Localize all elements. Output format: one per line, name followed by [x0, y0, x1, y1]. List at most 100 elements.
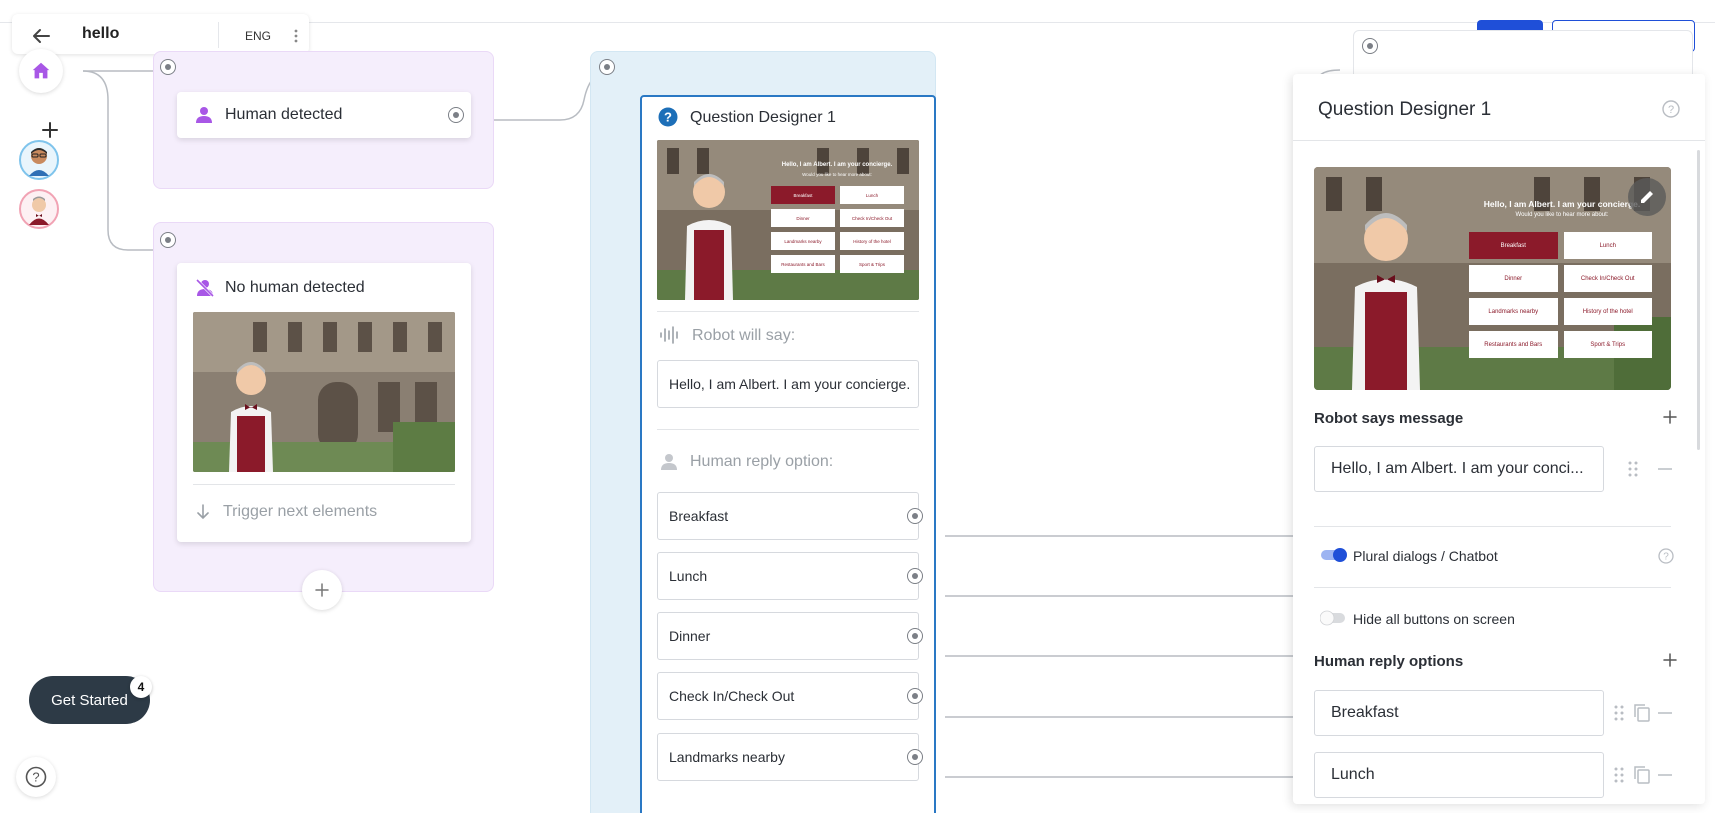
drag-handle-icon[interactable]	[1614, 767, 1624, 783]
hide-buttons-label: Hide all buttons on screen	[1353, 611, 1515, 627]
preview-button: Check In/Check Out	[840, 209, 904, 227]
robot-says-message-field[interactable]: Hello, I am Albert. I am your conci...	[1314, 446, 1604, 492]
svg-text:?: ?	[664, 110, 672, 125]
panel-screen-preview: Hello, I am Albert. I am your concierge.…	[1314, 167, 1671, 390]
preview-greeting: Hello, I am Albert. I am your concierge.	[781, 162, 893, 168]
reply-option-breakfast[interactable]: Breakfast	[657, 492, 919, 540]
preview-button: Landmarks nearby	[771, 232, 835, 250]
plus-icon[interactable]	[1662, 652, 1678, 668]
output-port[interactable]	[448, 107, 464, 123]
more-options-button[interactable]	[292, 27, 300, 45]
remove-icon[interactable]	[1657, 708, 1673, 718]
input-port[interactable]	[1362, 38, 1378, 54]
help-button[interactable]: ?	[16, 757, 56, 797]
preview-button: Dinner	[771, 209, 835, 227]
help-outline-icon[interactable]: ?	[1658, 548, 1674, 564]
preview-button: Dinner	[1469, 265, 1558, 292]
add-step-button[interactable]	[302, 570, 342, 610]
divider	[193, 484, 455, 485]
divider	[1314, 587, 1671, 588]
person-icon	[661, 454, 677, 470]
reply-option-field[interactable]: Breakfast	[1314, 690, 1604, 736]
robot-will-say-label: Robot will say:	[692, 327, 796, 344]
scenario-title[interactable]: hello	[82, 25, 119, 43]
preview-button: Landmarks nearby	[1469, 298, 1558, 325]
no-human-detected-node[interactable]: No human detected Trigger next elements	[177, 263, 471, 542]
human-reply-label: Human reply option:	[690, 453, 834, 470]
get-started-count-badge: 4	[130, 676, 152, 698]
hotel-scene-image	[193, 312, 455, 472]
copy-icon[interactable]	[1633, 703, 1651, 723]
preview-button: Lunch	[1563, 232, 1652, 259]
edit-screen-button[interactable]	[1628, 178, 1666, 216]
home-button[interactable]	[19, 49, 63, 93]
copy-icon[interactable]	[1633, 765, 1651, 785]
preview-button: Breakfast	[1469, 232, 1558, 259]
output-port[interactable]	[907, 508, 923, 524]
reply-option-check-in[interactable]: Check In/Check Out	[657, 672, 919, 720]
input-port[interactable]	[160, 59, 176, 75]
human-detected-node[interactable]: Human detected	[177, 92, 471, 138]
preview-button: History of the hotel	[1563, 298, 1652, 325]
arrow-left-icon	[33, 29, 50, 43]
output-port[interactable]	[907, 749, 923, 765]
panel-preview-subtitle: Would you like to hear more about:	[1515, 212, 1609, 218]
language-selector[interactable]: ENG	[245, 29, 271, 43]
output-port[interactable]	[907, 628, 923, 644]
preview-subtitle: Would you like to hear more about:	[802, 172, 872, 177]
human-reply-section-title: Human reply options	[1314, 653, 1464, 670]
no-human-detected-label: No human detected	[225, 279, 365, 296]
person-icon	[196, 107, 212, 123]
drag-handle-icon[interactable]	[1628, 461, 1638, 477]
concierge-character-icon	[29, 196, 49, 225]
question-icon: ?	[25, 766, 47, 788]
reply-option-dinner[interactable]: Dinner	[657, 612, 919, 660]
question-node-title: Question Designer 1	[690, 109, 836, 126]
reply-option-landmarks[interactable]: Landmarks nearby	[657, 733, 919, 781]
remove-icon[interactable]	[1657, 770, 1673, 780]
robot-avatar-2[interactable]	[19, 189, 59, 229]
plus-icon	[315, 583, 329, 597]
pencil-icon	[1641, 191, 1653, 203]
help-outline-icon[interactable]: ?	[1662, 100, 1680, 118]
back-button[interactable]	[26, 24, 56, 48]
screen-preview-image: Hello, I am Albert. I am your concierge.…	[657, 140, 919, 300]
reply-option-field[interactable]: Lunch	[1314, 752, 1604, 798]
output-port[interactable]	[907, 568, 923, 584]
preview-button: History of the hotel	[840, 232, 904, 250]
add-element-button[interactable]	[40, 120, 60, 140]
plus-icon[interactable]	[1662, 409, 1678, 425]
kebab-menu-icon	[294, 29, 298, 43]
help-circle-icon: ?	[658, 107, 678, 127]
arrow-down-icon	[197, 504, 209, 520]
svg-text:?: ?	[1663, 552, 1669, 563]
preview-button: Sport & Trips	[840, 255, 904, 273]
input-port[interactable]	[599, 59, 615, 75]
plural-dialogs-label: Plural dialogs / Chatbot	[1353, 548, 1498, 564]
divider	[657, 311, 919, 312]
trigger-next-label: Trigger next elements	[223, 503, 378, 520]
question-designer-node[interactable]: ? Question Designer 1 Hello, I am Albert…	[640, 95, 936, 813]
panel-header-divider	[1293, 140, 1705, 141]
preview-button: Restaurants and Bars	[1469, 331, 1558, 358]
preview-button: Breakfast	[771, 186, 835, 204]
preview-button: Check In/Check Out	[1563, 265, 1652, 292]
robot-avatar-1[interactable]	[19, 140, 59, 180]
drag-handle-icon[interactable]	[1614, 705, 1624, 721]
plural-dialogs-toggle[interactable]	[1320, 547, 1348, 563]
panel-title: Question Designer 1	[1318, 99, 1492, 120]
preview-button: Lunch	[840, 186, 904, 204]
divider	[1314, 526, 1671, 527]
title-divider	[218, 22, 219, 48]
remove-icon[interactable]	[1657, 464, 1673, 474]
robot-message-field[interactable]: Hello, I am Albert. I am your concierge.	[657, 360, 919, 408]
person-off-icon	[195, 278, 215, 298]
output-port[interactable]	[907, 688, 923, 704]
reply-option-lunch[interactable]: Lunch	[657, 552, 919, 600]
svg-text:?: ?	[1668, 104, 1674, 116]
input-port[interactable]	[160, 232, 176, 248]
hide-buttons-toggle[interactable]	[1320, 610, 1348, 626]
robot-says-section-title: Robot says message	[1314, 410, 1464, 427]
panel-scrollbar[interactable]	[1697, 150, 1700, 450]
divider	[657, 429, 919, 430]
